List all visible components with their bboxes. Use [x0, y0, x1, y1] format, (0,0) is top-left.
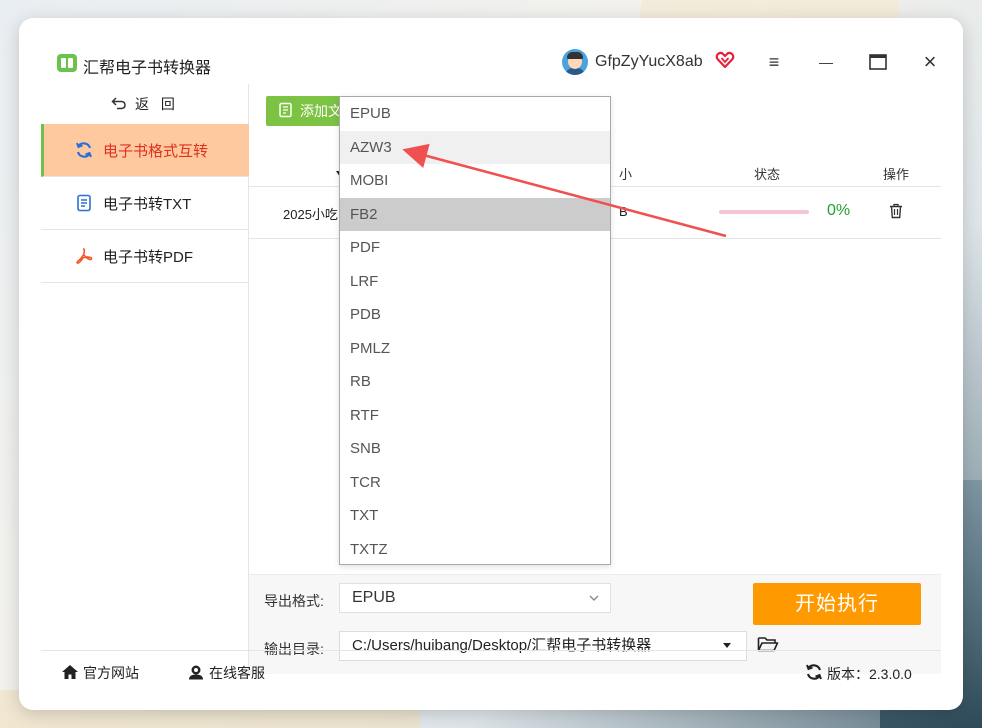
back-label: 返 回: [135, 96, 179, 112]
add-file-label: 添加文: [300, 103, 342, 119]
sidebar: 返 回 电子书格式互转 电子书转TXT 电子书转PDF: [41, 84, 249, 674]
add-file-icon: [278, 102, 294, 121]
dropdown-option-rb[interactable]: RB: [340, 365, 610, 399]
dropdown-option-txt[interactable]: TXT: [340, 499, 610, 533]
dropdown-option-pdf[interactable]: PDF: [340, 231, 610, 265]
export-format-select[interactable]: EPUB: [339, 583, 611, 613]
online-support-link[interactable]: 在线客服: [187, 663, 265, 683]
pdf-icon: [75, 247, 93, 265]
avatar-icon[interactable]: [562, 49, 588, 75]
sidebar-item-label: 电子书格式互转: [103, 142, 209, 160]
column-header-size: 小: [619, 167, 633, 182]
column-header-action: 操作: [883, 167, 910, 182]
txt-file-icon: [75, 194, 93, 212]
dropdown-option-pmlz[interactable]: PMLZ: [340, 332, 610, 366]
back-button[interactable]: 返 回: [41, 84, 249, 124]
vip-heart-icon[interactable]: [715, 50, 735, 75]
app-logo-icon: [57, 54, 77, 72]
footer: 官方网站 在线客服 版本：2.3.0.0: [41, 650, 941, 692]
file-name: 2025小吃: [283, 207, 338, 222]
official-website-link[interactable]: 官方网站: [61, 663, 139, 683]
file-size: B: [619, 204, 628, 219]
column-header-status: 状态: [754, 167, 781, 182]
online-support-label: 在线客服: [209, 665, 265, 681]
sidebar-item-to-txt[interactable]: 电子书转TXT: [41, 177, 249, 230]
sidebar-item-format-convert[interactable]: 电子书格式互转: [41, 124, 249, 177]
username[interactable]: GfpZyYucX8ab: [595, 53, 703, 71]
chevron-down-icon: [588, 584, 600, 622]
progress-bar: [719, 210, 809, 214]
dropdown-option-mobi[interactable]: MOBI: [340, 164, 610, 198]
dropdown-option-tcr[interactable]: TCR: [340, 466, 610, 500]
dropdown-option-pdb[interactable]: PDB: [340, 298, 610, 332]
export-format-label: 导出格式:: [264, 593, 324, 609]
minimize-icon[interactable]: —: [811, 48, 841, 76]
dropdown-option-azw3[interactable]: AZW3: [340, 130, 610, 164]
version-label: 版本：2.3.0.0: [827, 665, 912, 682]
official-website-label: 官方网站: [83, 665, 139, 681]
convert-icon: [75, 141, 93, 159]
start-button[interactable]: 开始执行: [753, 583, 921, 625]
title-bar: 汇帮电子书转换器 GfpZyYucX8ab ≡ — ×: [41, 40, 941, 84]
trash-icon[interactable]: [889, 203, 903, 224]
close-icon[interactable]: ×: [915, 48, 945, 76]
dropdown-option-fb2[interactable]: FB2: [340, 197, 610, 231]
refresh-icon: [805, 663, 823, 684]
sidebar-item-to-pdf[interactable]: 电子书转PDF: [41, 230, 249, 283]
app-title: 汇帮电子书转换器: [83, 60, 212, 77]
back-icon: [111, 96, 127, 113]
maximize-icon[interactable]: [863, 48, 893, 76]
dropdown-option-rtf[interactable]: RTF: [340, 399, 610, 433]
format-dropdown-list[interactable]: EPUB AZW3 MOBI FB2 PDF LRF PDB PMLZ RB RTF SNB TCR T…: [339, 96, 611, 565]
export-format-value: EPUB: [352, 589, 396, 606]
sidebar-item-label: 电子书转PDF: [103, 248, 194, 266]
dropdown-option-epub[interactable]: EPUB: [340, 97, 610, 131]
home-icon: [61, 664, 79, 683]
sidebar-item-label: 电子书转TXT: [103, 195, 192, 213]
dropdown-option-lrf[interactable]: LRF: [340, 265, 610, 299]
version-info: 版本：2.3.0.0: [805, 663, 912, 684]
support-icon: [187, 664, 205, 683]
menu-icon[interactable]: ≡: [759, 48, 789, 76]
progress-percent: 0%: [827, 202, 851, 219]
dropdown-option-txtz[interactable]: TXTZ: [340, 533, 610, 565]
dropdown-option-snb[interactable]: SNB: [340, 432, 610, 466]
